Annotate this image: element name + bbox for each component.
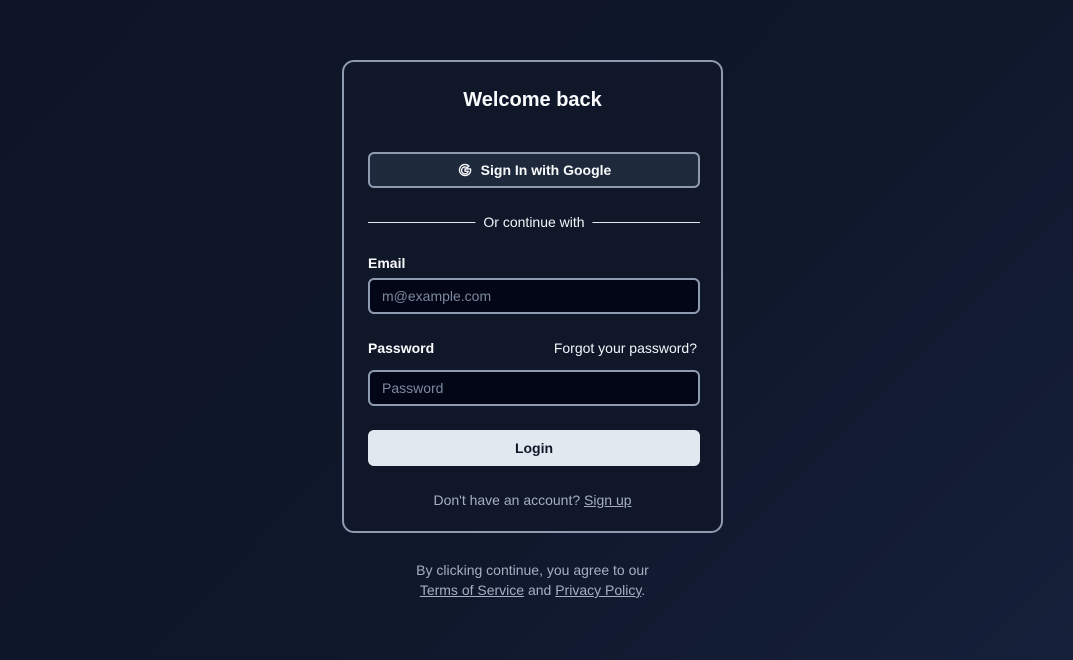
page-title: Welcome back (463, 89, 602, 111)
email-label: Email (368, 255, 406, 271)
terms-prefix: By clicking continue, you agree to our (416, 562, 649, 578)
login-card: Welcome back Sign In with Google Or cont… (342, 60, 723, 533)
login-button[interactable]: Login (368, 430, 700, 466)
forgot-password-link[interactable]: Forgot your password? (554, 340, 697, 356)
signup-prompt: Don't have an account? (433, 492, 581, 508)
privacy-policy-link[interactable]: Privacy Policy (555, 582, 641, 598)
signup-row: Don't have an account? Sign up (344, 492, 721, 508)
password-label: Password (368, 340, 435, 356)
terms-notice: By clicking continue, you agree to our T… (342, 560, 723, 600)
terms-conjunction: and (527, 582, 552, 598)
google-sign-in-button[interactable]: Sign In with Google (368, 152, 700, 188)
email-field[interactable] (368, 278, 700, 314)
terms-of-service-link[interactable]: Terms of Service (420, 582, 524, 598)
or-divider: Or continue with (368, 213, 700, 231)
password-field[interactable] (368, 370, 700, 406)
google-icon (458, 163, 472, 177)
terms-suffix: . (641, 582, 646, 598)
google-sign-in-label: Sign In with Google (480, 162, 612, 178)
divider-text: Or continue with (475, 213, 593, 231)
signup-link[interactable]: Sign up (584, 492, 631, 508)
